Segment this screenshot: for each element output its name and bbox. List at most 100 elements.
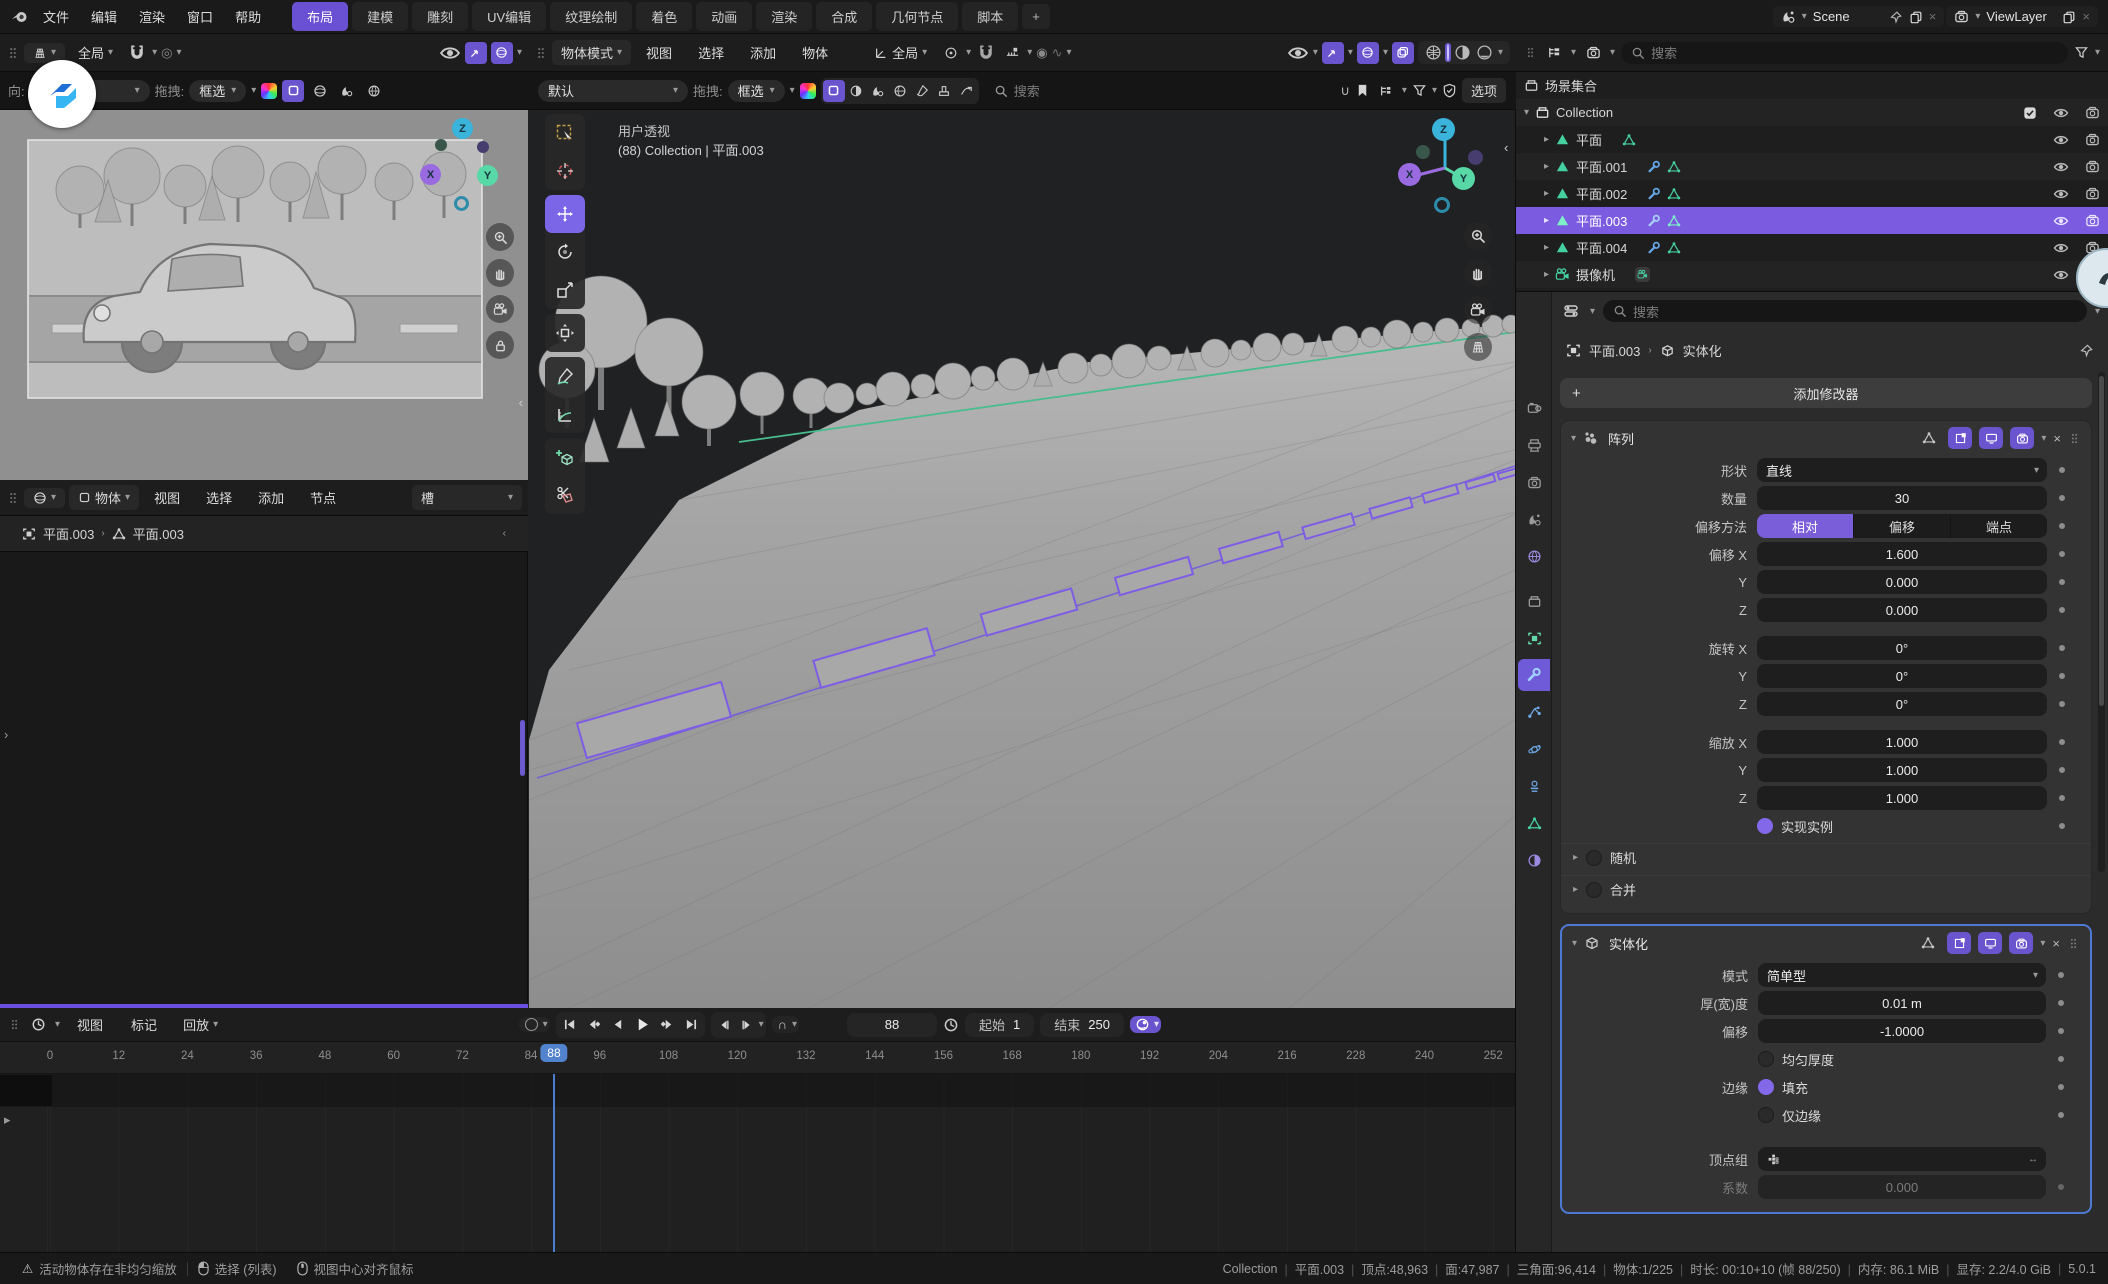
keying-set-button[interactable]: ▾ [1129,1016,1161,1033]
axis-neg-z-handle[interactable] [454,196,469,211]
object-row[interactable]: ▸ 平面.001 [1516,153,2108,180]
workspace-tab[interactable]: UV编辑 [472,2,547,31]
checkbox-icon[interactable] [2023,106,2037,120]
next-keyframe-button[interactable] [656,1013,679,1037]
shield-icon[interactable] [1442,83,1457,98]
even-thickness-checkbox[interactable] [1758,1051,1774,1067]
xray-toggle-icon[interactable] [1391,41,1414,64]
editmode-toggle-icon[interactable] [1947,932,1972,954]
proportional-edit-icon[interactable]: ◉ [1036,45,1047,61]
modifier-wrench-icon[interactable] [1647,160,1661,174]
axis-neg-handle[interactable] [435,139,447,151]
rotation-z-field[interactable]: 0° [1757,692,2047,716]
play-button[interactable] [630,1013,655,1037]
chevron-down-icon[interactable]: ▾ [790,85,795,96]
workspace-tab[interactable]: 动画 [696,2,753,31]
tab-constraints[interactable] [1518,770,1550,802]
animate-dot[interactable] [2059,495,2065,501]
rotation-y-field[interactable]: 0° [1757,664,2047,688]
material-shading-icon[interactable] [1454,44,1471,61]
realtime-toggle-icon[interactable] [1978,932,2003,954]
gizmos-toggle-icon[interactable] [1321,41,1344,64]
chevron-down-icon[interactable]: ▾ [152,47,157,58]
world-icon[interactable] [363,80,385,102]
object-row-selected[interactable]: ▸ 平面.003 [1516,207,2108,234]
edit-mode-display-icon[interactable] [1916,932,1940,954]
animate-dot[interactable] [2059,551,2065,557]
animate-dot[interactable] [2059,701,2065,707]
animate-dot[interactable] [2059,607,2065,613]
editor-type-button[interactable] [27,1014,49,1036]
pan-hand-button[interactable] [1464,259,1492,287]
thickness-field[interactable]: 0.01 m [1758,991,2046,1015]
workspace-tab[interactable]: 雕刻 [412,2,469,31]
filter-icon[interactable] [2074,45,2089,60]
pan-hand-button[interactable] [486,259,514,287]
remove-viewlayer-icon[interactable]: × [2082,9,2090,24]
proportional-edit-icon[interactable]: ◎ [161,45,172,61]
topbar-menu-item[interactable]: 文件 [32,3,80,30]
mesh-data-icon[interactable] [1667,214,1681,228]
color-swatch-icon[interactable] [799,82,816,99]
delete-modifier-icon[interactable]: × [2053,431,2061,446]
animate-dot[interactable] [2059,767,2065,773]
render-toggle-icon[interactable] [2009,932,2034,954]
drag-handle-icon[interactable] [2067,937,2080,950]
hide-eye-icon[interactable] [2053,186,2069,202]
animate-dot[interactable] [2058,1000,2064,1006]
world-sphere-icon[interactable] [889,80,911,102]
chevron-down-icon[interactable]: ▾ [759,1019,764,1030]
color-swatch-icon[interactable] [261,82,278,99]
gizmo-axis-y[interactable]: Y [1452,167,1475,190]
sidebar-toggle-icon[interactable]: ‹ [1504,140,1508,155]
workspace-tab[interactable]: 着色 [636,2,693,31]
mesh-data-icon[interactable] [1667,241,1681,255]
shape-dropdown[interactable]: 直线 ▾ [1757,458,2047,482]
stroke-icon[interactable] [955,80,977,102]
stopwatch-icon[interactable] [943,1017,959,1033]
rotate-tool[interactable] [545,233,585,271]
scale-tool[interactable] [545,271,585,309]
rotation-x-field[interactable]: 0° [1757,636,2047,660]
timeline-ruler[interactable]: 0 12 24 36 48 60 72 84 96 108 120 132 144 156 168 180 19… [0,1042,1515,1074]
animate-dot[interactable] [2058,972,2064,978]
orthographic-toggle-button[interactable] [1464,333,1492,361]
mesh-data-icon[interactable] [1622,133,1636,147]
step-back-button[interactable] [713,1013,735,1037]
animate-dot[interactable] [2058,1112,2064,1118]
gizmo-axis-neg[interactable] [1468,150,1483,165]
chevron-down-icon[interactable]: ▾ [1383,47,1388,58]
scene-collection-row[interactable]: 场景集合 [1516,72,2108,99]
mesh-data-icon[interactable] [1667,187,1681,201]
chevron-down-icon[interactable]: ▾ [1610,47,1615,58]
snap-target-icon[interactable] [1001,42,1023,64]
blender-logo-icon[interactable] [10,7,30,27]
jump-to-end-button[interactable] [680,1013,703,1037]
edit-mode-display-icon[interactable] [1917,427,1941,449]
breadcrumb-object[interactable]: 平面.003 [1589,341,1640,360]
chevron-down-icon[interactable]: ▾ [1590,306,1595,317]
move-tool[interactable] [545,195,585,233]
jump-to-start-button[interactable] [558,1013,581,1037]
merge-icon[interactable]: ∪ [1340,83,1350,99]
render-visibility-icon[interactable] [2085,159,2100,174]
expand-icon[interactable]: ▸ [1544,188,1549,199]
factor-field[interactable]: 0.000 [1758,1175,2046,1199]
mode-dropdown[interactable]: 简单型 ▾ [1758,963,2046,987]
node-menu-add[interactable]: 添加 [247,484,295,511]
workspace-tab[interactable]: 几何节点 [876,2,959,31]
modifier-wrench-icon[interactable] [1647,214,1661,228]
filter-icon[interactable] [1412,83,1427,98]
snap-magnet-icon[interactable] [126,42,148,64]
annotate-tool[interactable] [545,357,585,395]
timeline-menu-playback[interactable]: 回放 ▾ [174,1012,227,1037]
select-box-icon[interactable] [282,79,305,102]
array-panel-header[interactable]: ▾ 阵列 ▾ × [1561,421,2091,455]
tab-material[interactable] [1518,844,1550,876]
offset-endpoint-button[interactable]: 端点 [1951,514,2047,538]
gizmo-axis-z[interactable]: Z [1432,118,1455,141]
expand-channels-icon[interactable]: ▸ [4,1112,11,1128]
node-menu-node[interactable]: 节点 [299,484,347,511]
camera-data-icon[interactable] [1635,267,1651,282]
render-visibility-icon[interactable] [2085,105,2100,120]
